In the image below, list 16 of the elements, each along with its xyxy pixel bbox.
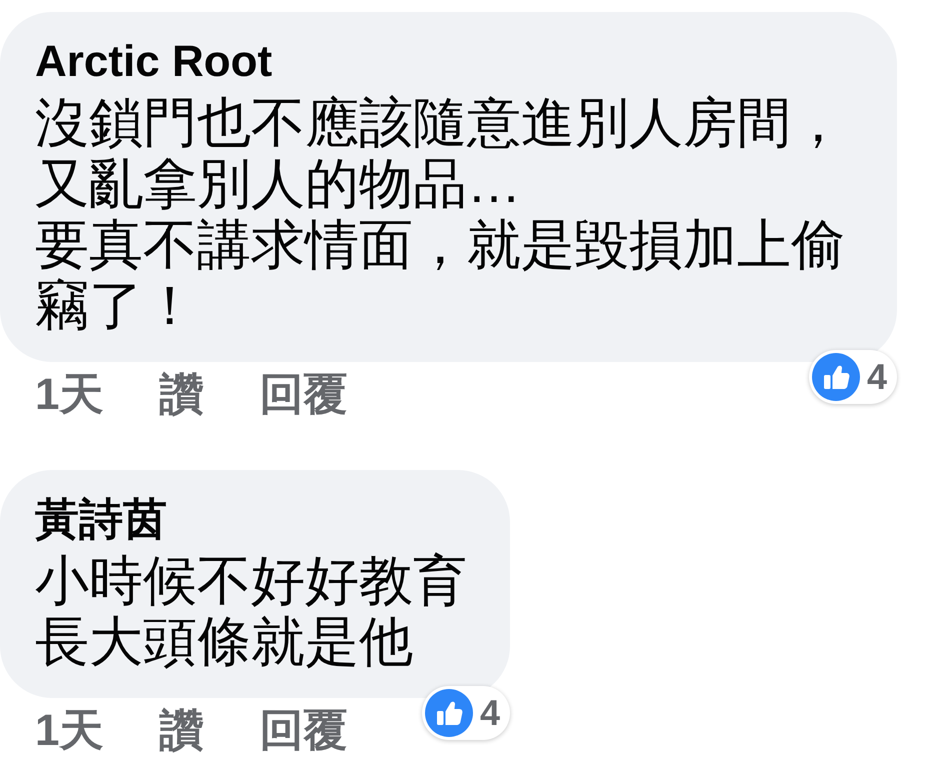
timestamp-link[interactable]: 1天 bbox=[35, 706, 104, 756]
comment-text: 沒鎖門也不應該隨意進別人房間，又亂拿別人的物品… bbox=[35, 93, 846, 215]
like-link[interactable]: 讚 bbox=[159, 370, 204, 420]
thumbs-up-icon bbox=[812, 353, 860, 401]
like-link[interactable]: 讚 bbox=[159, 706, 204, 756]
author-name[interactable]: Arctic Root bbox=[35, 37, 272, 87]
timestamp-link[interactable]: 1天 bbox=[35, 370, 104, 420]
reply-link[interactable]: 回覆 bbox=[259, 370, 348, 420]
reaction-badge[interactable]: 4 bbox=[808, 350, 897, 404]
reply-link[interactable]: 回覆 bbox=[259, 706, 348, 756]
reaction-badge[interactable]: 4 bbox=[422, 686, 510, 740]
comment-text: 小時候不好好教育 bbox=[35, 551, 467, 612]
comment-text: 長大頭條就是他 bbox=[35, 612, 414, 673]
thumbs-up-icon bbox=[424, 689, 473, 737]
author-name[interactable]: 黃詩茵 bbox=[35, 495, 167, 545]
comment-text: 要真不講求情面，就是毀損加上偷竊了！ bbox=[35, 215, 846, 337]
